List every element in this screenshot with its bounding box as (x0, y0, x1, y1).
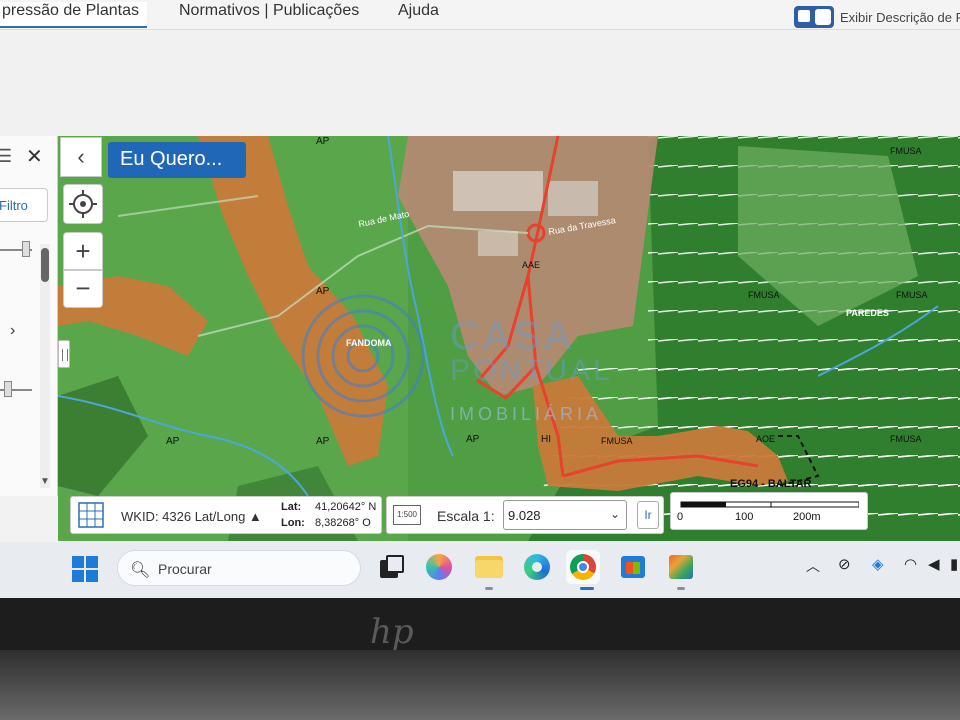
defender-icon[interactable]: ◈ (872, 555, 884, 573)
edge-icon[interactable] (520, 550, 554, 584)
place-label-baltar: EG94 - BALTAR (730, 478, 812, 490)
chevron-up-icon[interactable]: ︿ (806, 556, 820, 576)
scrollbar-thumb[interactable] (41, 248, 49, 282)
go-button[interactable]: Ir (637, 501, 659, 529)
header-blank-area (0, 31, 960, 136)
coordinates-panel: WKID: 4326 Lat/Long ▲ Lat: 41,20642° N L… (70, 496, 382, 534)
menu-icon[interactable]: ☰ (0, 146, 12, 167)
slider-handle[interactable] (4, 381, 12, 397)
wifi-icon[interactable]: ◠ (904, 555, 917, 573)
zoom-out-button[interactable]: − (63, 270, 103, 308)
description-toggle-label: Exibir Descrição de F (840, 9, 960, 25)
running-indicator (677, 587, 685, 590)
task-view-icon[interactable] (376, 550, 410, 584)
chrome-icon[interactable] (566, 550, 600, 584)
close-icon[interactable]: ✕ (26, 144, 43, 169)
store-icon[interactable] (616, 550, 650, 584)
watermark-text: CASA (450, 314, 575, 358)
hp-logo: hp (370, 612, 414, 652)
scale-panel: 1:500 Escala 1: 9.028 ⌄ Ir (386, 496, 664, 534)
filter-button[interactable]: Filtro (0, 188, 48, 222)
volume-icon[interactable]: ◀ (928, 555, 940, 573)
photos-app-icon[interactable] (664, 550, 698, 584)
watermark-text: IMOBILIÁRIA (450, 404, 603, 424)
wkid-selector[interactable]: WKID: 4326 Lat/Long ▲ (121, 509, 262, 524)
search-icon: 🔍︎ (130, 562, 151, 579)
scale-bar-label: 0 (677, 511, 684, 523)
longitude-value: 8,38268° O (315, 517, 371, 529)
taskbar-search[interactable]: 🔍︎ Procurar (117, 550, 361, 586)
running-indicator (485, 587, 493, 590)
scale-bar-label: 100 (735, 511, 754, 523)
search-placeholder: Procurar (158, 561, 212, 577)
file-explorer-icon[interactable] (472, 550, 506, 584)
description-toggle-group: Exibir Descrição de F (794, 6, 960, 28)
longitude-label: Lon: (281, 517, 305, 529)
scale-bar-graphic (680, 501, 859, 508)
chevron-right-icon[interactable]: › (10, 322, 15, 340)
zone-label-fmusa: FMUSA (890, 434, 922, 444)
zone-label-ap: AP (166, 436, 180, 447)
map-canvas[interactable]: AP AP AP AP AP HI AAE AOE FMUSA FMUSA FM… (58, 136, 960, 541)
sync-off-icon[interactable]: ⊘ (838, 555, 851, 573)
chevron-down-icon: ⌄ (609, 507, 620, 521)
zone-label-fmusa: FMUSA (896, 290, 928, 300)
watermark-text: PONTUAL (450, 354, 613, 387)
laptop-hinge (0, 650, 960, 720)
place-label-paredes: PAREDES (846, 308, 889, 318)
screen: pressão de Plantas Normativos | Publicaç… (0, 0, 960, 598)
scale-value: 9.028 (508, 508, 541, 523)
collapse-panel-button[interactable]: ‹ (60, 137, 102, 177)
place-label-fandoma: FANDOMA (346, 338, 392, 348)
zone-label-fmusa: FMUSA (601, 436, 633, 446)
latitude-value: 41,20642° N (315, 501, 377, 513)
battery-icon[interactable]: ▮ (950, 555, 958, 573)
crosshair-icon (69, 190, 97, 218)
zone-label-fmusa: FMUSA (890, 146, 922, 156)
top-navigation: pressão de Plantas Normativos | Publicaç… (0, 0, 960, 30)
zone-label-ap: AP (316, 136, 330, 147)
zoom-in-button[interactable]: + (63, 232, 103, 270)
zone-label-hi: HI (541, 434, 551, 445)
tab-ajuda[interactable]: Ajuda (398, 2, 439, 20)
taskbar: 🔍︎ Procurar ︿ ⊘ ◈ ◠ ◀ ▮ (0, 542, 960, 598)
slider-handle[interactable] (22, 241, 30, 257)
zone-label-ap: AP (316, 436, 330, 447)
tab-impressao-de-plantas[interactable]: pressão de Plantas (0, 2, 147, 28)
scale-bar-label: 200m (793, 511, 821, 523)
scale-icon: 1:500 (393, 505, 421, 525)
scale-select[interactable]: 9.028 ⌄ (503, 500, 627, 530)
panel-resize-handle[interactable] (58, 340, 70, 368)
scroll-down-icon[interactable]: ▼ (40, 476, 50, 487)
zone-label-fmusa: FMUSA (748, 290, 780, 300)
eu-quero-button[interactable]: Eu Quero... (108, 142, 246, 178)
copilot-icon[interactable] (422, 550, 456, 584)
windows-start-icon[interactable] (72, 556, 98, 582)
locate-button[interactable] (63, 184, 103, 224)
description-toggle[interactable] (794, 6, 834, 28)
scale-label: Escala 1: (437, 508, 495, 524)
layers-panel: ☰ ✕ Filtro › ▼ (0, 136, 58, 496)
zone-label-aoe: AOE (756, 434, 776, 444)
coordinate-grid-icon[interactable] (77, 501, 105, 529)
zone-label-aae: AAE (522, 260, 541, 270)
tab-normativos-publicacoes[interactable]: Normativos | Publicações (179, 2, 359, 20)
active-indicator (580, 587, 594, 590)
zone-label-ap: AP (316, 286, 330, 297)
scale-bar: 0 100 200m (670, 492, 868, 530)
zone-label-ap: AP (466, 434, 480, 445)
latitude-label: Lat: (281, 501, 302, 513)
